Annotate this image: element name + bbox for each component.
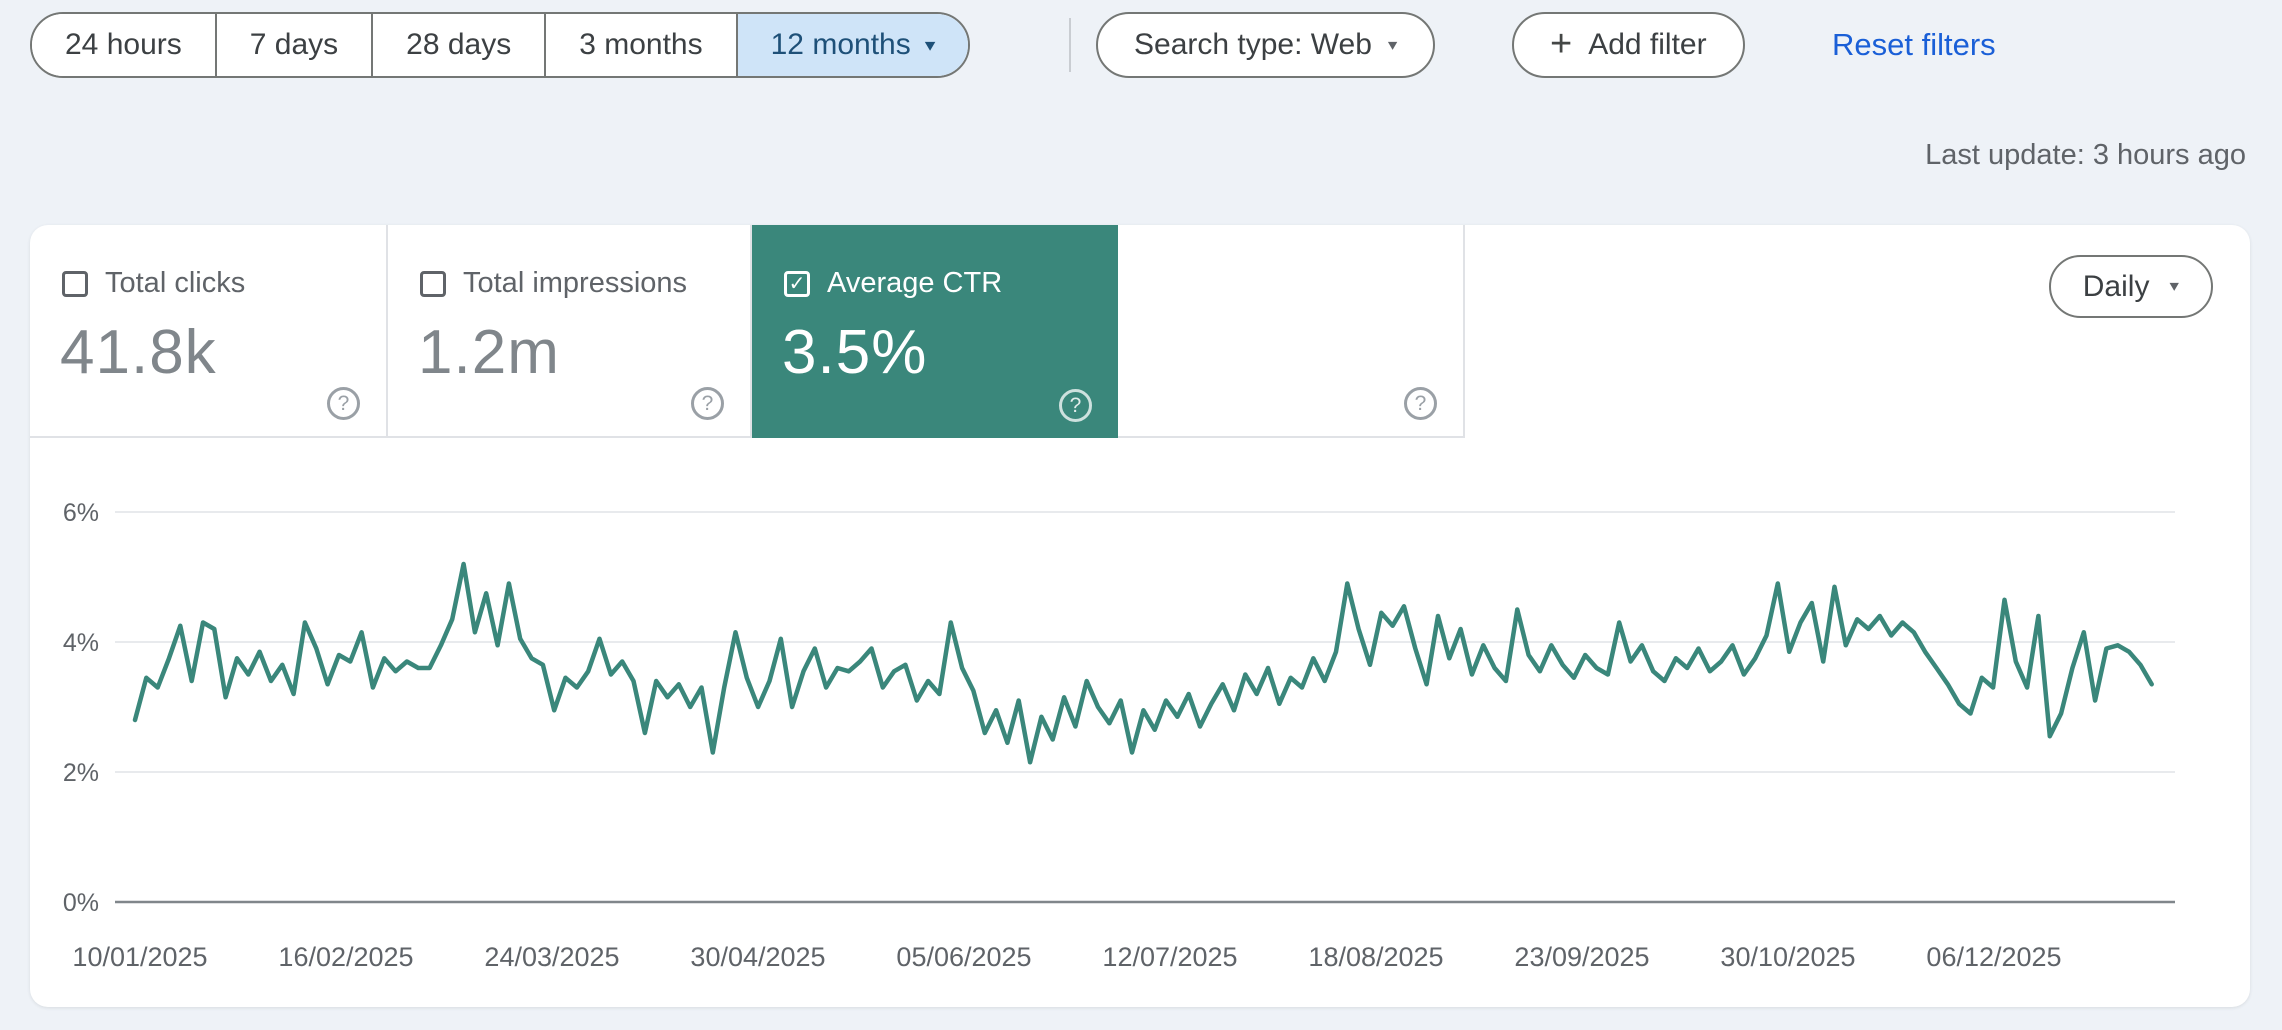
last-update-text: Last update: 3 hours ago [1925, 139, 2246, 171]
date-range-filter: 24 hours 7 days 28 days 3 months 12 mont… [30, 12, 971, 78]
search-type-dropdown[interactable]: Search type: Web ▾ [1096, 12, 1436, 78]
metric-card-total-impressions[interactable]: Total impressions 1.2m ? [388, 225, 752, 438]
help-icon[interactable]: ? [327, 387, 360, 420]
svg-text:10/01/2025: 10/01/2025 [72, 942, 207, 972]
svg-text:23/09/2025: 23/09/2025 [1514, 942, 1649, 972]
search-type-label: Search type: Web [1134, 28, 1372, 61]
svg-text:2%: 2% [63, 759, 99, 787]
range-3-months[interactable]: 3 months [546, 14, 738, 76]
toolbar-divider [1069, 18, 1071, 72]
range-28-days[interactable]: 28 days [373, 14, 547, 76]
range-24-hours[interactable]: 24 hours [32, 14, 217, 76]
svg-text:12/07/2025: 12/07/2025 [1102, 942, 1237, 972]
granularity-dropdown[interactable]: Daily ▾ [2048, 255, 2213, 318]
metric-label: Total impressions [463, 267, 688, 299]
checkbox-checked-icon[interactable]: ✓ [784, 270, 810, 297]
metric-head: Total impressions [420, 267, 687, 300]
svg-text:05/06/2025: 05/06/2025 [896, 942, 1031, 972]
metric-cards: Total clicks 41.8k ? Total impressions 1… [30, 225, 1465, 438]
help-icon[interactable]: ? [691, 387, 724, 420]
plus-icon: + [1550, 22, 1573, 65]
metric-head: Total clicks [62, 267, 245, 300]
metric-label: Total clicks [105, 267, 246, 299]
range-12-months-label: 12 months [770, 28, 911, 61]
checkbox-unchecked-icon[interactable] [420, 270, 446, 297]
chevron-down-icon: ▾ [1387, 36, 1398, 54]
svg-text:6%: 6% [63, 499, 99, 527]
help-icon[interactable]: ? [1059, 389, 1092, 422]
svg-text:06/12/2025: 06/12/2025 [1926, 942, 2061, 972]
svg-text:24/03/2025: 24/03/2025 [484, 942, 619, 972]
metric-card-total-clicks[interactable]: Total clicks 41.8k ? [30, 225, 388, 438]
help-icon[interactable]: ? [1404, 387, 1437, 420]
ctr-line-chart-svg: 0% 2% 4% 6% 10/01/2025 16/02/2025 24/03/2025 30… [63, 499, 2175, 972]
checkbox-unchecked-icon[interactable] [62, 270, 88, 297]
metric-head: ✓ Average CTR [784, 267, 1002, 300]
svg-text:30/04/2025: 30/04/2025 [690, 942, 825, 972]
svg-text:0%: 0% [63, 889, 99, 917]
svg-text:4%: 4% [63, 629, 99, 657]
ctr-line-chart[interactable]: 0% 2% 4% 6% 10/01/2025 16/02/2025 24/03/2025 30… [30, 438, 2250, 1007]
performance-card: Total clicks 41.8k ? Total impressions 1… [30, 225, 2250, 1007]
total-clicks-value: 41.8k [60, 318, 217, 387]
range-12-months[interactable]: 12 months ▾ [737, 14, 969, 76]
chevron-down-icon: ▾ [2169, 277, 2179, 296]
average-ctr-value: 3.5% [782, 318, 928, 387]
granularity-label: Daily [2082, 269, 2150, 303]
metric-card-empty[interactable]: ? [1118, 225, 1465, 438]
add-filter-label: Add filter [1588, 28, 1707, 61]
range-7-days[interactable]: 7 days [216, 14, 374, 76]
search-console-performance-page: 24 hours 7 days 28 days 3 months 12 mont… [0, 0, 2282, 1030]
metric-label: Average CTR [827, 267, 1003, 299]
total-impressions-value: 1.2m [418, 318, 560, 387]
add-filter-button[interactable]: + Add filter [1512, 12, 1745, 78]
svg-text:18/08/2025: 18/08/2025 [1308, 942, 1443, 972]
chevron-down-icon: ▾ [924, 35, 936, 55]
reset-filters-link[interactable]: Reset filters [1832, 12, 1996, 78]
metric-card-average-ctr[interactable]: ✓ Average CTR 3.5% ? [752, 225, 1118, 438]
svg-text:16/02/2025: 16/02/2025 [278, 942, 413, 972]
svg-text:30/10/2025: 30/10/2025 [1720, 942, 1855, 972]
check-icon: ✓ [788, 272, 806, 295]
